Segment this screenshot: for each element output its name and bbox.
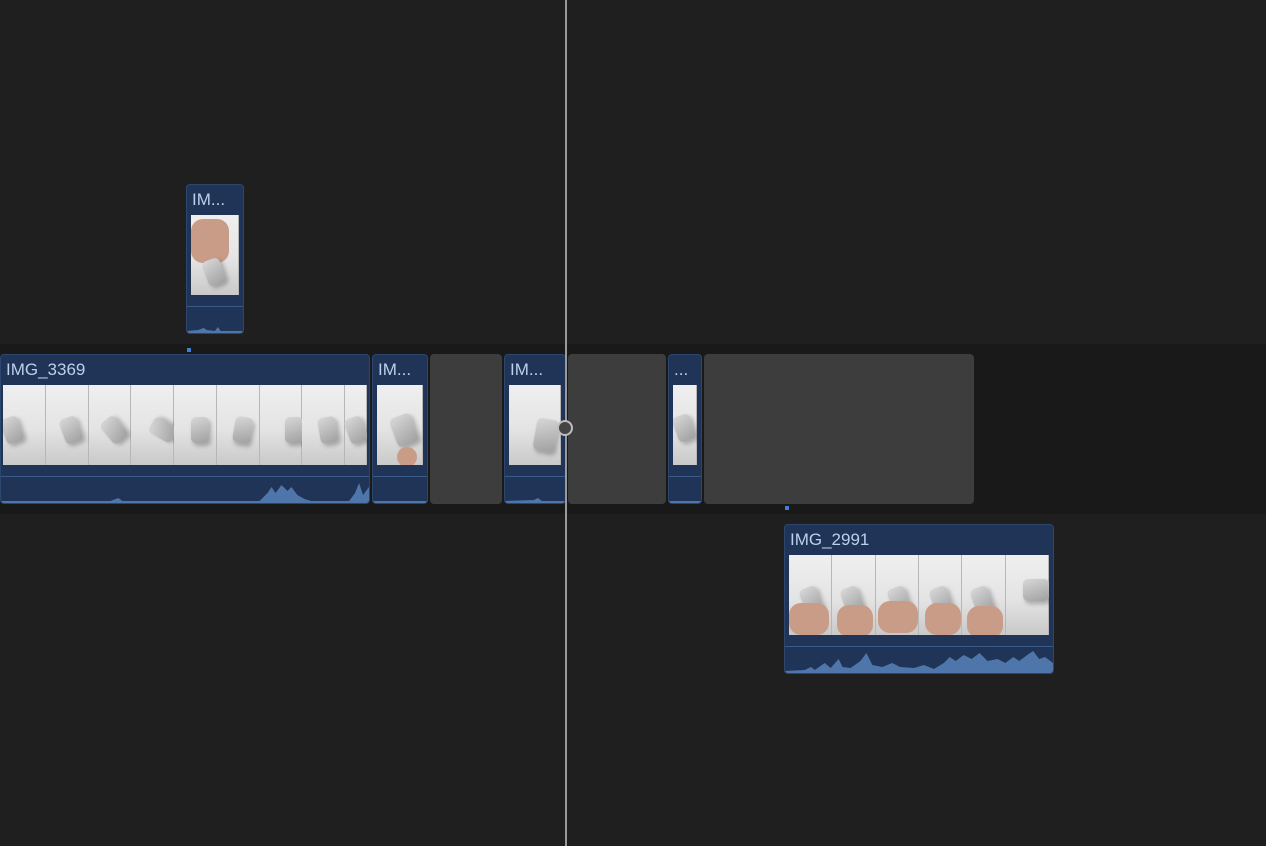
- video-frame-thumbnail: [302, 385, 346, 465]
- video-frame-thumbnail: [875, 555, 919, 635]
- clip-filmstrip: [789, 555, 1049, 635]
- clip-label: IMG_3369: [6, 360, 86, 379]
- video-frame-thumbnail: [131, 385, 180, 465]
- video-frame-thumbnail: [789, 555, 833, 635]
- gap-clip[interactable]: [568, 354, 666, 504]
- clip-label: IM...: [378, 360, 412, 379]
- clip-filmstrip: [673, 385, 697, 465]
- video-frame-thumbnail: [673, 385, 697, 465]
- gap-clip[interactable]: [430, 354, 502, 504]
- video-frame-thumbnail: [343, 385, 367, 465]
- video-frame-thumbnail: [216, 385, 260, 465]
- video-frame-thumbnail: [509, 385, 561, 465]
- gap-clip[interactable]: [704, 354, 974, 504]
- clip-filmstrip: [509, 385, 561, 465]
- connected-clip-top[interactable]: IM...: [186, 184, 244, 334]
- video-frame-thumbnail: [191, 215, 239, 295]
- clip-label: IMG_2991: [790, 530, 870, 549]
- video-frame-thumbnail: [88, 385, 132, 465]
- playhead-handle[interactable]: [557, 420, 573, 436]
- video-frame-thumbnail: [962, 555, 1006, 635]
- video-frame-thumbnail: [259, 385, 303, 465]
- clip-img-3369[interactable]: IMG_3369: [0, 354, 370, 504]
- video-frame-thumbnail: [377, 385, 423, 465]
- connected-clip-img-2991[interactable]: IMG_2991: [784, 524, 1054, 674]
- video-frame-thumbnail: [174, 385, 217, 465]
- clip-label: IM...: [192, 190, 226, 209]
- video-frame-thumbnail: [45, 385, 89, 465]
- audio-waveform: [669, 476, 701, 503]
- audio-waveform: [187, 306, 243, 333]
- clip-im-4[interactable]: ...: [668, 354, 702, 504]
- clip-label: ...: [674, 360, 689, 379]
- clip-filmstrip: [191, 215, 239, 295]
- video-frame-thumbnail: [918, 555, 963, 635]
- video-frame-thumbnail: [832, 555, 876, 635]
- video-frame-thumbnail: [3, 385, 46, 465]
- clip-filmstrip: [3, 385, 367, 465]
- clip-filmstrip: [377, 385, 423, 465]
- audio-waveform: [1, 476, 369, 503]
- video-frame-thumbnail: [1005, 555, 1049, 635]
- audio-waveform: [505, 476, 565, 503]
- audio-waveform: [785, 646, 1053, 673]
- connection-marker: [187, 348, 191, 352]
- connection-marker: [785, 506, 789, 510]
- clip-label: IM...: [510, 360, 544, 379]
- clip-im-2[interactable]: IM...: [372, 354, 428, 504]
- audio-waveform: [373, 476, 427, 503]
